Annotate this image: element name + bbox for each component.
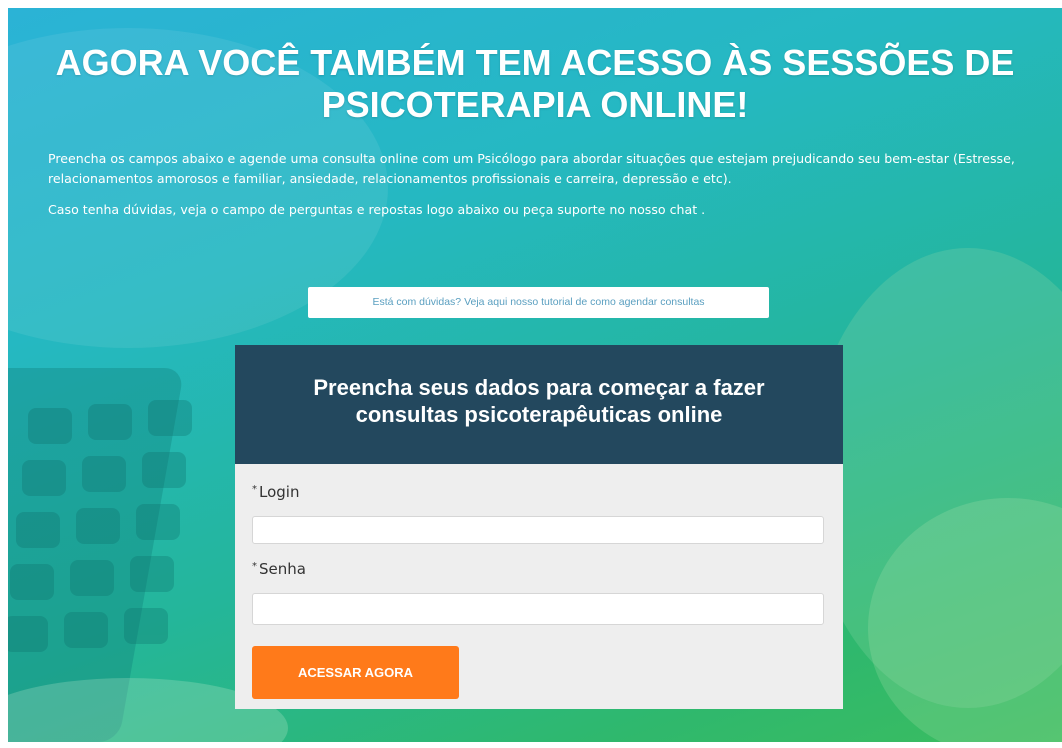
support-paragraph: Caso tenha dúvidas, veja o campo de perg… xyxy=(48,202,706,217)
intro-paragraph: Preencha os campos abaixo e agende uma c… xyxy=(48,151,1015,186)
password-label-text: Senha xyxy=(259,560,306,578)
required-marker: * xyxy=(252,561,257,572)
headline-line-2: PSICOTERAPIA ONLINE! xyxy=(321,84,749,125)
intro-text: Preencha os campos abaixo e agende uma c… xyxy=(48,149,1028,231)
required-marker: * xyxy=(252,484,257,495)
headline-line-1: AGORA VOCÊ TAMBÉM TEM ACESSO ÀS SESSÕES … xyxy=(55,42,1015,83)
form-header-line-1: Preencha seus dados para começar a fazer xyxy=(313,375,765,400)
login-input[interactable] xyxy=(252,516,824,544)
form-header: Preencha seus dados para começar a fazer… xyxy=(235,345,843,464)
login-form: Preencha seus dados para começar a fazer… xyxy=(235,345,843,709)
submit-button[interactable]: ACESSAR AGORA xyxy=(252,646,459,699)
password-label: * Senha xyxy=(252,560,306,578)
password-input[interactable] xyxy=(252,593,824,625)
hero-section: AGORA VOCÊ TAMBÉM TEM ACESSO ÀS SESSÕES … xyxy=(8,8,1062,742)
login-label-text: Login xyxy=(259,483,300,501)
form-header-line-2: consultas psicoterapêuticas online xyxy=(355,402,723,427)
tutorial-button[interactable]: Está com dúvidas? Veja aqui nosso tutori… xyxy=(308,287,769,318)
login-label: * Login xyxy=(252,483,299,501)
page-headline: AGORA VOCÊ TAMBÉM TEM ACESSO ÀS SESSÕES … xyxy=(48,42,1022,126)
